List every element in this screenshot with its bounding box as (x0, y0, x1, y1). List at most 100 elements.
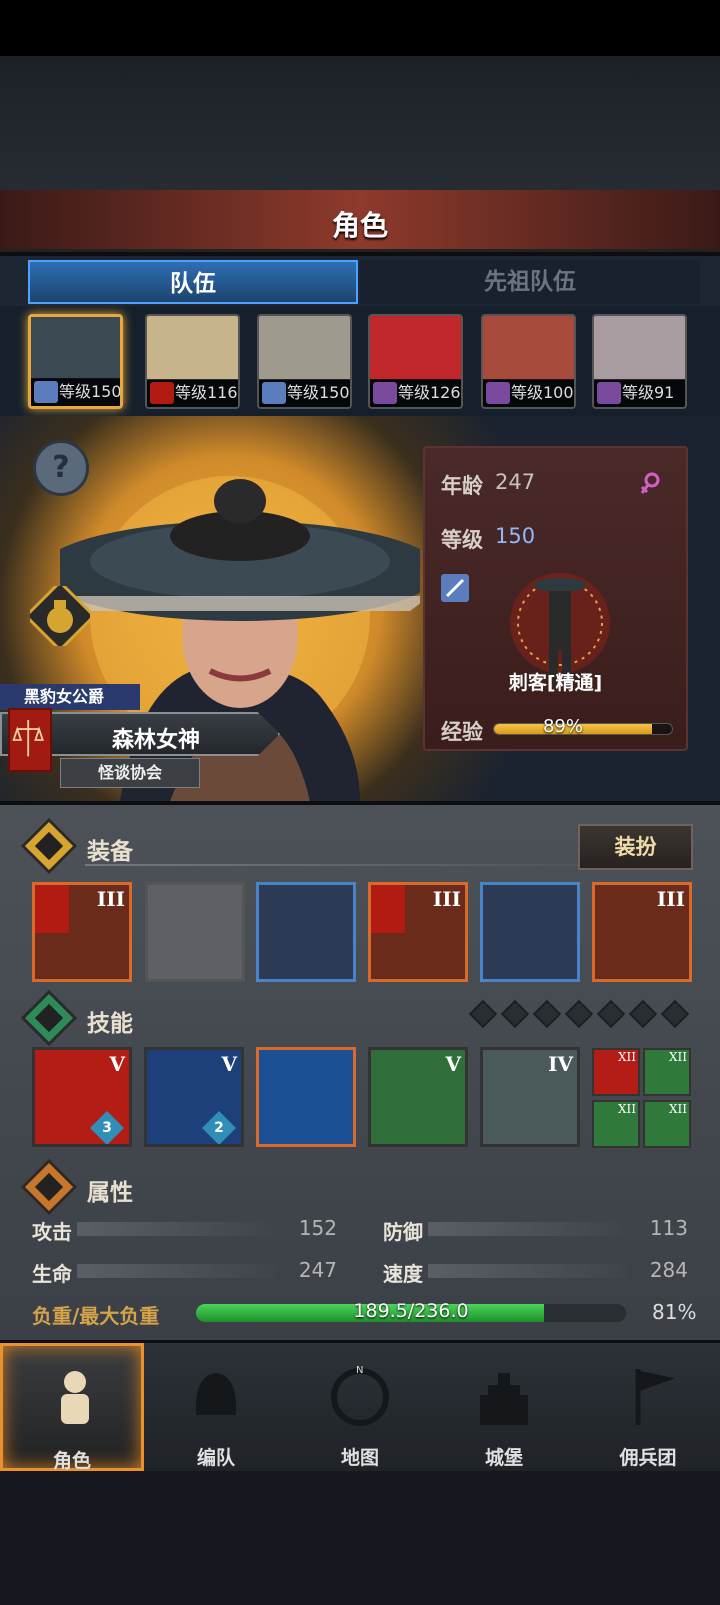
class-name: 刺客[精通] (508, 672, 603, 694)
noble-title-badge: 黑豹女公爵 (0, 684, 140, 710)
member-class-icon (262, 382, 286, 404)
dress-button[interactable]: 装扮 (578, 824, 693, 870)
attack-stat: 攻击 152 (32, 1216, 337, 1244)
tier-label: III (96, 887, 125, 911)
roster-member[interactable]: 等级126 (368, 314, 463, 409)
skill-slot[interactable]: V3 (32, 1047, 132, 1147)
app-root: { "header": {"title": "角色"}, "tabs": [{"… (0, 0, 720, 1605)
hp-bar (77, 1264, 277, 1278)
passive-skill-slot[interactable]: XII (592, 1048, 640, 1096)
speed-stat: 速度 284 (383, 1258, 688, 1286)
nav-character[interactable]: 角色 (0, 1343, 144, 1472)
load-value: 189.5/236.0 (353, 1300, 469, 1322)
member-class-icon (597, 382, 621, 404)
tab-team[interactable]: 队伍 (28, 260, 358, 304)
compass-icon: N (331, 1365, 389, 1426)
nav-formation-label: 编队 (196, 1447, 235, 1469)
passive-skill-slot[interactable]: XII (643, 1100, 691, 1148)
speed-label: 速度 (383, 1262, 423, 1286)
guild-name: 怪谈协会 (60, 758, 200, 788)
member-portrait (259, 316, 350, 380)
bag-icon[interactable] (30, 586, 90, 646)
skill-badge: 2 (202, 1111, 236, 1144)
attributes-title: 属性 (87, 1180, 133, 1206)
speed-value: 284 (649, 1258, 688, 1282)
skill-slot[interactable]: V (368, 1047, 468, 1147)
exp-percent: 89% (542, 716, 583, 737)
equipment-title: 装备 (87, 839, 133, 865)
status-area (0, 0, 720, 56)
defense-stat: 防御 113 (383, 1216, 688, 1244)
guild-flag-icon (371, 885, 405, 933)
nav-castle[interactable]: 城堡 (432, 1343, 576, 1471)
roster-member[interactable]: 等级91 (592, 314, 687, 409)
roster-member[interactable]: 等级116 (145, 314, 240, 409)
speed-bar (428, 1264, 628, 1278)
age-value: 247 (495, 470, 536, 494)
nav-mercenary[interactable]: 佣兵团 (576, 1343, 720, 1471)
nav-map[interactable]: N 地图 (288, 1343, 432, 1471)
skill-badge-count: 2 (214, 1120, 224, 1136)
hp-stat: 生命 247 (32, 1258, 337, 1286)
female-icon (640, 472, 660, 494)
tab-ancestor-team[interactable]: 先祖队伍 (360, 260, 700, 304)
passive-tier: XII (617, 1050, 636, 1064)
skill-slot[interactable] (256, 1047, 356, 1147)
member-portrait (594, 316, 685, 380)
load-label: 负重/最大负重 (32, 1304, 160, 1328)
team-tabs: 队伍 先祖队伍 (0, 256, 720, 306)
skill-slot[interactable]: V2 (144, 1047, 244, 1147)
weapon-slot[interactable]: III (32, 882, 132, 982)
passive-skill-slot[interactable]: XII (592, 1100, 640, 1148)
skill-tier: V (109, 1052, 125, 1076)
castle-icon (480, 1373, 528, 1425)
svg-text:N: N (356, 1365, 363, 1376)
age-label: 年龄 (441, 474, 483, 498)
roster-member[interactable]: 等级150 (28, 314, 123, 409)
title-bar: 角色 (0, 190, 720, 252)
accessory-slot[interactable]: III (592, 882, 692, 982)
level-value: 150 (495, 524, 536, 548)
skill-slot[interactable]: IV (480, 1047, 580, 1147)
nav-formation[interactable]: 编队 (144, 1343, 288, 1471)
hp-label: 生命 (32, 1262, 72, 1286)
skill-tier: IV (548, 1052, 573, 1076)
skill-tier: V (445, 1052, 461, 1076)
shield-slot[interactable] (145, 882, 245, 982)
armor-slot[interactable]: III (368, 882, 468, 982)
attack-value: 152 (298, 1216, 337, 1240)
bottom-backdrop (0, 1471, 720, 1605)
banner-icon (635, 1369, 676, 1425)
nav-mercenary-label: 佣兵团 (619, 1447, 677, 1469)
member-class-icon (373, 382, 397, 404)
skill-tier: V (221, 1052, 237, 1076)
roster-member[interactable]: 等级150 (257, 314, 352, 409)
hp-value: 247 (298, 1258, 337, 1282)
member-class-icon (34, 381, 58, 403)
member-class-icon (150, 382, 174, 404)
tier-label: III (656, 887, 685, 911)
hero-name: 森林女神 (112, 728, 201, 753)
guild-flag-icon (35, 885, 69, 933)
exp-label: 经验 (441, 720, 483, 744)
member-portrait (370, 316, 461, 380)
bottom-nav: 角色 编队 N 地图 城堡 佣兵团 (0, 1343, 720, 1472)
nav-castle-label: 城堡 (484, 1447, 523, 1469)
member-class-icon (486, 382, 510, 404)
tier-label: III (432, 887, 461, 911)
knight-icon (61, 1371, 89, 1424)
defense-value: 113 (649, 1216, 688, 1240)
helmet-slot[interactable] (256, 882, 356, 982)
roster-member[interactable]: 等级100 (481, 314, 576, 409)
roster: 等级150 等级116 等级150 等级126 等级100 等级91 (0, 306, 720, 416)
member-portrait (31, 317, 120, 380)
boots-slot[interactable] (480, 882, 580, 982)
helmet-icon (195, 1373, 237, 1415)
passive-skill-slot[interactable]: XII (643, 1048, 691, 1096)
defense-label: 防御 (383, 1220, 423, 1244)
help-icon[interactable]: ? (33, 440, 89, 496)
level-label: 等级 (441, 528, 483, 552)
member-portrait (483, 316, 574, 380)
skills-title: 技能 (87, 1011, 133, 1037)
load-percent: 81% (652, 1300, 697, 1324)
